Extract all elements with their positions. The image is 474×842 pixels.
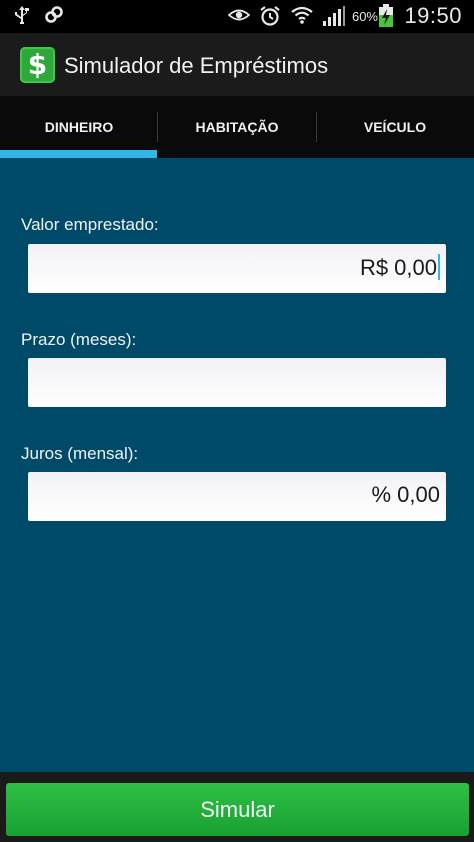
app-logo-icon: $ (20, 47, 55, 83)
battery-percent: 60% (351, 9, 378, 24)
simulate-button[interactable]: Simular (6, 783, 469, 836)
app-title: Simulador de Empréstimos (64, 53, 329, 78)
usb-icon (14, 5, 30, 25)
status-bar: 60% 19:50 (0, 0, 474, 33)
prazo-label: Prazo (meses): (21, 330, 137, 349)
juros-label: Juros (mensal): (21, 444, 139, 463)
valor-label: Valor emprestado: (21, 215, 159, 234)
valor-input[interactable]: R$ 0,00 (28, 244, 446, 293)
link-icon (44, 5, 64, 25)
action-bar: $ Simulador de Empréstimos (0, 33, 474, 96)
wifi-icon (290, 5, 314, 25)
text-cursor (438, 254, 440, 280)
tab-bar: DINHEIRO HABITAÇÃO VEÍCULO (0, 96, 474, 158)
alarm-icon (259, 5, 281, 27)
tab-habitacao[interactable]: HABITAÇÃO (158, 96, 316, 158)
clock-time: 19:50 (404, 3, 462, 28)
juros-input[interactable]: % 0,00 (28, 472, 446, 521)
juros-value: % 0,00 (371, 482, 441, 507)
dollar-icon: $ (27, 48, 48, 81)
battery-charging-icon (378, 4, 394, 28)
tab-veiculo[interactable]: VEÍCULO (316, 96, 474, 158)
valor-value: R$ 0,00 (359, 255, 437, 280)
signal-icon (322, 5, 346, 27)
tab-dinheiro[interactable]: DINHEIRO (0, 96, 158, 158)
loan-form: Valor emprestado: R$ 0,00 Prazo (meses):… (0, 158, 474, 772)
bottom-bar: Simular (0, 772, 474, 842)
selected-tab-indicator (0, 150, 157, 158)
eye-icon (228, 5, 250, 25)
prazo-input[interactable] (28, 358, 446, 407)
